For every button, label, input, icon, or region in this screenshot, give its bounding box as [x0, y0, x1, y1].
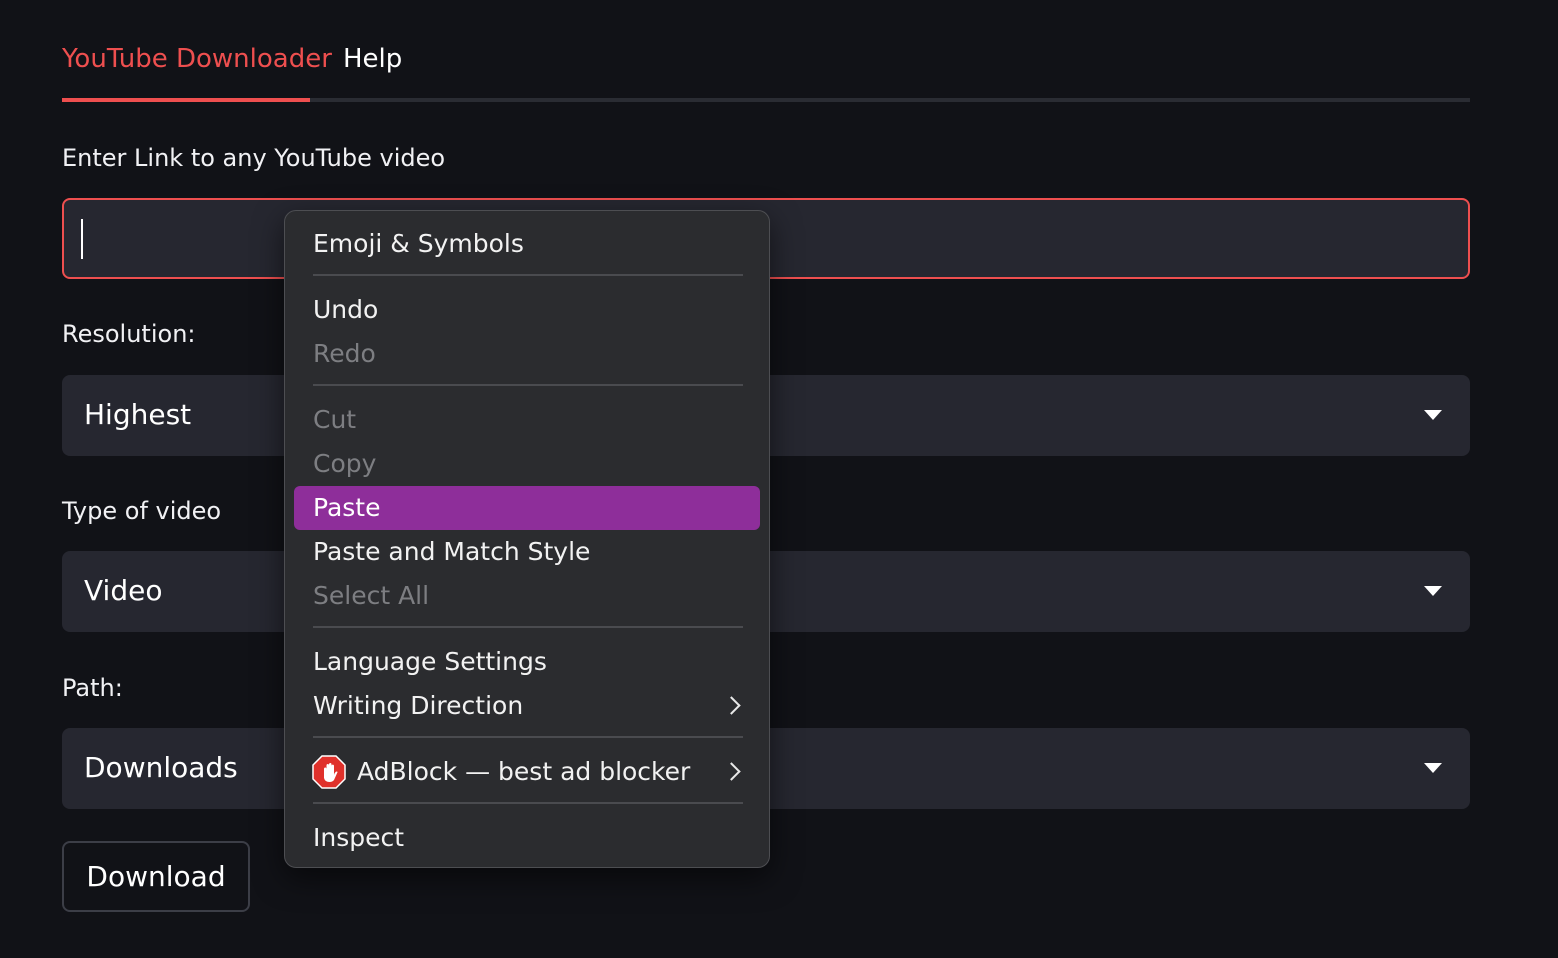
- menu-item-paste[interactable]: Paste: [294, 486, 760, 530]
- menu-item-cut: Cut: [313, 405, 357, 434]
- path-label: Path:: [62, 674, 123, 702]
- menu-separator: [313, 736, 743, 738]
- tab-youtube-downloader[interactable]: YouTube Downloader: [62, 42, 332, 76]
- download-button[interactable]: Download: [62, 841, 250, 912]
- menu-item-writing-direction[interactable]: Writing Direction: [294, 684, 760, 728]
- app-window: YouTube Downloader Help Enter Link to an…: [0, 0, 1558, 958]
- caret-down-icon: [1424, 763, 1442, 773]
- menu-separator: [313, 626, 743, 628]
- caret-down-icon: [1424, 410, 1442, 420]
- chevron-right-icon: [722, 696, 741, 715]
- menu-item-language-settings[interactable]: Language Settings: [294, 640, 760, 684]
- video-type-label: Type of video: [62, 497, 222, 525]
- tab-help[interactable]: Help: [343, 42, 402, 76]
- menu-item-select-all: Select All: [313, 581, 430, 610]
- tab-bar: YouTube Downloader Help: [62, 30, 1470, 102]
- video-type-selected-value: Video: [84, 574, 163, 607]
- text-caret: [81, 219, 83, 259]
- menu-item-undo[interactable]: Undo: [294, 288, 760, 332]
- link-input-label: Enter Link to any YouTube video: [62, 144, 446, 172]
- menu-item-copy: Copy: [313, 449, 377, 478]
- menu-item-adblock[interactable]: AdBlock — best ad blocker: [294, 750, 760, 794]
- adblock-label: AdBlock — best ad blocker: [357, 757, 691, 786]
- context-menu: Emoji & Symbols Undo Redo Cut Copy Paste…: [284, 210, 770, 868]
- chevron-right-icon: [722, 762, 741, 781]
- caret-down-icon: [1424, 586, 1442, 596]
- adblock-hand-icon: [312, 755, 346, 789]
- active-tab-indicator: [62, 98, 310, 102]
- menu-item-redo: Redo: [313, 339, 376, 368]
- path-selected-value: Downloads: [84, 751, 238, 784]
- menu-item-inspect[interactable]: Inspect: [294, 816, 760, 860]
- resolution-label: Resolution:: [62, 320, 196, 348]
- menu-separator: [313, 384, 743, 386]
- writing-direction-label: Writing Direction: [313, 691, 524, 720]
- resolution-selected-value: Highest: [84, 398, 192, 431]
- menu-separator: [313, 274, 743, 276]
- menu-separator: [313, 802, 743, 804]
- menu-item-emoji-symbols[interactable]: Emoji & Symbols: [294, 222, 760, 266]
- menu-item-paste-match-style[interactable]: Paste and Match Style: [294, 530, 760, 574]
